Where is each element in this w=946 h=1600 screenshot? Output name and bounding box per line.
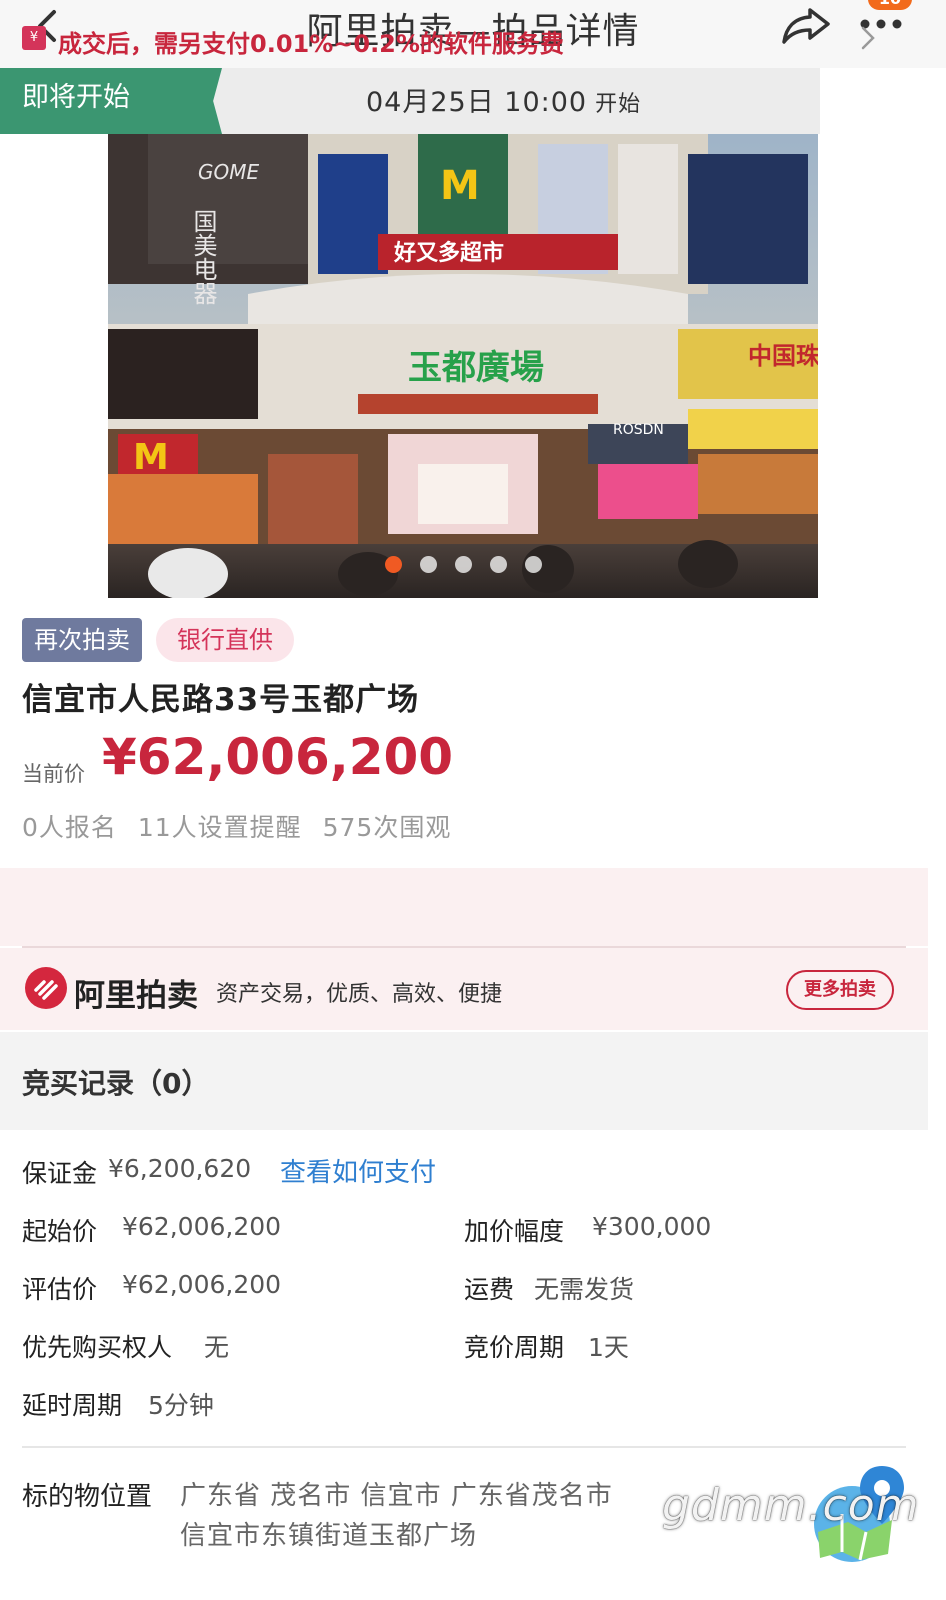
service-fee-text: 成交后，需另支付0.01%~0.2%的软件服务费: [58, 30, 564, 58]
watermark: gdmm.com: [662, 1480, 920, 1531]
plaza-sign: 玉都廣場: [408, 348, 544, 388]
price-label: 当前价: [22, 762, 85, 786]
carousel-dot[interactable]: [420, 556, 437, 573]
rosdn-sign: ROSDN: [613, 422, 664, 438]
more-auctions-button[interactable]: 更多拍卖: [786, 970, 894, 1010]
payment-help-link[interactable]: 查看如何支付: [280, 1152, 436, 1189]
shipping-label: 运费: [464, 1275, 515, 1304]
start-price-value: ¥62,006,200: [122, 1212, 282, 1241]
start-time: 04月25日 10:00 开始: [366, 80, 641, 119]
deposit-value: ¥6,200,620: [108, 1154, 252, 1183]
hero-image[interactable]: GOME 国美电器 好又多超市 玉都廣場 ROSDN 中国珠 M M: [108, 134, 818, 598]
brand-slogan: 资产交易，优质、高效、便捷: [216, 982, 503, 1007]
current-price: ¥62,006,200: [102, 728, 454, 786]
red-envelope-icon: ¥: [22, 26, 46, 50]
gome-sign: GOME: [198, 160, 259, 184]
jewelry-sign: 中国珠: [748, 342, 818, 370]
delay-cycle-label: 延时周期: [22, 1391, 123, 1420]
priority-buyer-value: 无: [204, 1333, 230, 1362]
shipping-value: 无需发货: [534, 1275, 635, 1304]
location-label: 标的物位置: [22, 1482, 153, 1512]
ali-auction-logo-icon: [25, 967, 67, 1009]
supermarket-sign: 好又多超市: [393, 240, 504, 266]
bank-supply-tag: 银行直供: [156, 618, 294, 662]
carousel-dots: [385, 556, 542, 573]
chevron-right-icon: [861, 26, 875, 50]
start-time-suffix: 开始: [595, 92, 642, 117]
increment-value: ¥300,000: [592, 1212, 712, 1241]
item-title: 信宜市人民路33号玉都广场: [22, 682, 420, 718]
appraisal-value: ¥62,006,200: [122, 1270, 282, 1299]
carousel-dot[interactable]: [385, 556, 402, 573]
increment-label: 加价幅度: [464, 1217, 565, 1246]
location-value: 广东省 茂名市 信宜市 广东省茂名市信宜市东镇街道玉都广场: [180, 1481, 613, 1551]
delay-cycle-value: 5分钟: [148, 1391, 214, 1420]
gome-cn-sign: 国美电器: [189, 209, 217, 305]
share-icon[interactable]: [780, 4, 832, 46]
appraisal-label: 评估价: [22, 1275, 98, 1304]
brand-name: 阿里拍卖: [74, 978, 198, 1014]
bid-cycle-label: 竞价周期: [464, 1333, 565, 1362]
auction-stats: 0人报名 11人设置提醒 575次围观: [22, 813, 452, 842]
svg-text:M: M: [440, 163, 480, 209]
divider: [22, 1446, 906, 1448]
deposit-label: 保证金: [22, 1159, 98, 1188]
priority-buyer-label: 优先购买权人: [22, 1333, 173, 1362]
svg-text:M: M: [133, 437, 169, 478]
bid-records-title: 竞买记录（0）: [22, 1067, 210, 1100]
bid-cycle-value: 1天: [588, 1333, 629, 1362]
service-fee-notice[interactable]: [0, 868, 928, 946]
notification-badge: 10: [868, 0, 912, 10]
rerun-tag: 再次拍卖: [22, 618, 142, 662]
status-tag: 即将开始: [0, 68, 222, 134]
start-time-value: 04月25日 10:00: [366, 87, 588, 118]
start-price-label: 起始价: [22, 1217, 98, 1246]
carousel-dot[interactable]: [490, 556, 507, 573]
mall-photo: GOME 国美电器 好又多超市 玉都廣場 ROSDN 中国珠 M M: [108, 134, 818, 598]
carousel-dot[interactable]: [455, 556, 472, 573]
carousel-dot[interactable]: [525, 556, 542, 573]
